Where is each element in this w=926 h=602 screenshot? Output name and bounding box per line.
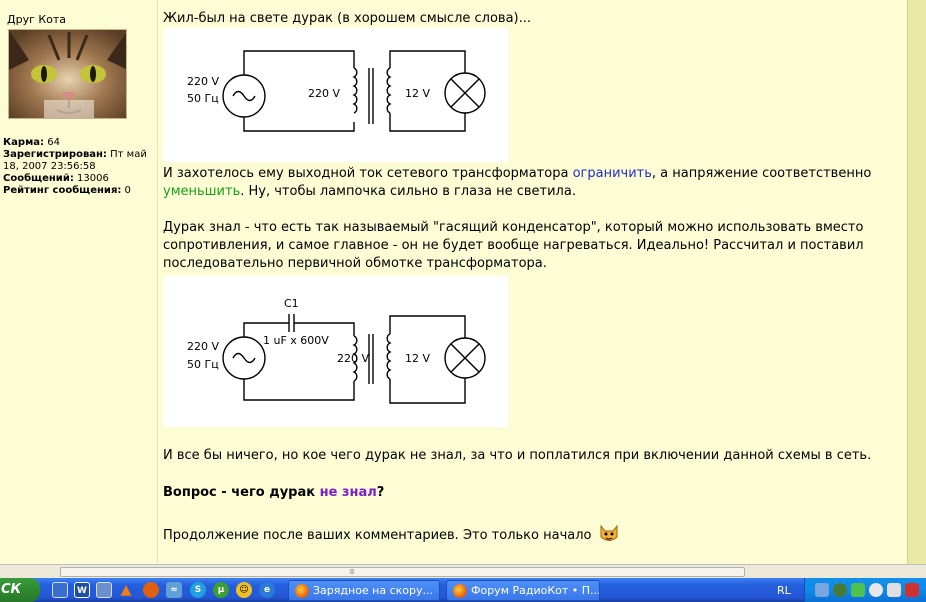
tray-volume-icon[interactable] <box>887 583 901 597</box>
post-paragraph-1: И захотелось ему выходной ток сетевого т… <box>163 165 898 201</box>
diagram2-source-voltage: 220 V <box>187 340 219 353</box>
monitor-icon[interactable] <box>96 582 112 598</box>
post-body: Жил-был на свете дурак (в хорошем смысле… <box>159 0 907 564</box>
karma-value: 64 <box>47 137 60 148</box>
show-desktop-icon[interactable] <box>52 582 68 598</box>
tray-red-icon[interactable] <box>905 583 919 597</box>
cat-smiley-icon <box>598 524 620 550</box>
post-question: Вопрос - чего дурак не знал? <box>163 484 898 502</box>
para2-line-1: Дурак знал - что есть так называемый "га… <box>163 220 864 235</box>
diagram2-capacitor-value: 1 uF x 600V <box>263 334 329 347</box>
posts-label: Сообщений: <box>3 173 74 184</box>
post-author-panel: Друг Кота Карма: 64 Зарегистрирован: Пт … <box>0 0 158 564</box>
word-icon[interactable]: W <box>74 582 90 598</box>
browser-page: Друг Кота Карма: 64 Зарегистрирован: Пт … <box>0 0 926 602</box>
link-didnt-know[interactable]: не знал <box>320 485 377 500</box>
system-tray <box>804 578 926 602</box>
link-reduce[interactable]: уменьшить <box>163 184 240 199</box>
diagram2-capacitor-name: C1 <box>284 297 299 310</box>
windows-taskbar: СК W ▲ ≈ S µ ☺ e Зарядное на скору... Фо… <box>0 578 926 602</box>
posts-value: 13006 <box>77 173 109 184</box>
firefox-task-icon <box>295 584 309 598</box>
utorrent-icon[interactable]: µ <box>213 582 229 598</box>
qip-icon[interactable]: ☺ <box>236 582 252 598</box>
tray-green-icon[interactable] <box>851 583 865 597</box>
tray-app-icon[interactable] <box>833 583 847 597</box>
task-button-radiokot[interactable]: Форум РадиоКот • П... <box>446 580 600 601</box>
task2-label: Форум РадиоКот • П... <box>471 584 600 597</box>
diagram-transformer: 220 V 50 Гц 220 V 12 V <box>163 28 508 162</box>
para1-text-b: , а напряжение соответственно <box>651 166 872 181</box>
diagram1-primary-voltage: 220 V <box>308 87 340 100</box>
avatar <box>8 29 127 119</box>
firefox-icon[interactable] <box>143 582 159 598</box>
karma-label: Карма: <box>3 137 45 148</box>
right-border-panel <box>907 0 926 564</box>
scrollbar-grip-icon: ⁞⁞⁞⁞ <box>349 568 355 576</box>
post-outro: Продолжение после ваших комментариев. Эт… <box>163 524 898 550</box>
diagram-capacitor-transformer: C1 1 uF x 600V 220 V 50 Гц 220 V 12 V <box>163 276 508 427</box>
task-button-charger[interactable]: Зарядное на скору... <box>288 580 440 601</box>
skype-icon[interactable]: S <box>190 582 206 598</box>
tray-network-icon[interactable] <box>815 583 829 597</box>
rating-label: Рейтинг сообщения: <box>3 185 122 196</box>
outro-text: Продолжение после ваших комментариев. Эт… <box>163 528 592 543</box>
network-icon[interactable]: ≈ <box>166 582 182 598</box>
post-paragraph-3: И все бы ничего, но кое чего дурак не зн… <box>163 448 872 463</box>
para1-text-a: И захотелось ему выходной ток сетевого т… <box>163 166 573 181</box>
diagram1-source-frequency: 50 Гц <box>187 92 219 105</box>
post-paragraph-2: Дурак знал - что есть так называемый "га… <box>163 219 898 273</box>
registered-label: Зарегистрирован: <box>3 149 107 160</box>
author-name[interactable]: Друг Кота <box>7 13 66 26</box>
horizontal-scrollbar-thumb[interactable] <box>60 567 745 577</box>
rating-value: 0 <box>124 185 131 196</box>
question-text: Вопрос - чего дурак <box>163 485 320 500</box>
language-indicator[interactable]: RL <box>777 584 791 597</box>
para2-line-2: сопротивления, и самое главное - он не б… <box>163 238 864 253</box>
question-mark: ? <box>376 485 385 500</box>
diagram1-secondary-voltage: 12 V <box>405 87 430 100</box>
ie-icon[interactable]: e <box>259 582 275 598</box>
tray-circle-icon[interactable] <box>869 583 883 597</box>
diagram1-source-voltage: 220 V <box>187 75 219 88</box>
horizontal-scrollbar[interactable]: ⁞⁞⁞⁞ <box>0 564 926 578</box>
para2-line-3: последовательно первичной обмотке трансф… <box>163 256 547 271</box>
task1-label: Зарядное на скору... <box>313 584 434 597</box>
diagram2-secondary-voltage: 12 V <box>405 352 430 365</box>
diagram2-source-frequency: 50 Гц <box>187 358 219 371</box>
author-stats: Карма: 64 Зарегистрирован: Пт май 18, 20… <box>3 137 155 197</box>
vlc-icon[interactable]: ▲ <box>118 582 134 598</box>
link-limit[interactable]: ограничить <box>573 166 652 181</box>
para1-text-c: . Ну, чтобы лампочка сильно в глаза не с… <box>240 184 576 199</box>
start-button[interactable]: СК <box>0 578 40 602</box>
diagram2-primary-voltage: 220 V <box>337 352 369 365</box>
post-intro: Жил-был на свете дурак (в хорошем смысле… <box>163 11 532 26</box>
firefox-task-icon <box>453 584 467 598</box>
